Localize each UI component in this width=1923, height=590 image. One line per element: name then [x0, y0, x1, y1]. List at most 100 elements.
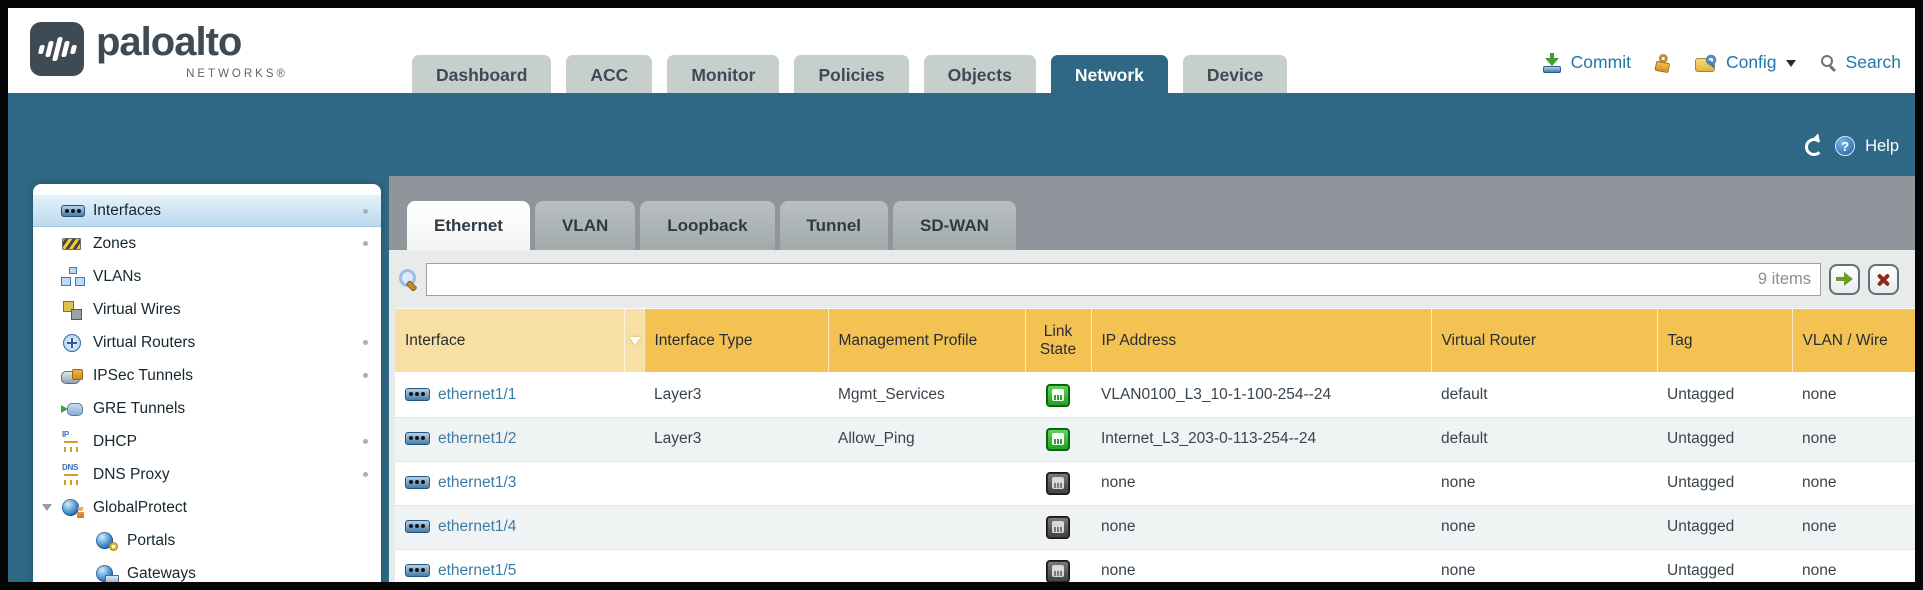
table-row[interactable]: ethernet1/2 Layer3 Allow_Ping Internet_L…	[395, 417, 1915, 461]
interface-link[interactable]: ethernet1/5	[438, 562, 516, 579]
column-header-vlan-wire[interactable]: VLAN / Wire	[1792, 309, 1915, 373]
interface-link[interactable]: ethernet1/3	[438, 474, 516, 491]
status-dot	[363, 373, 368, 378]
secondary-bar: Help	[1803, 136, 1899, 156]
filter-input[interactable]	[426, 263, 1821, 296]
link-state-down-icon	[1046, 516, 1070, 539]
apply-filter-button[interactable]	[1829, 264, 1860, 295]
config-button[interactable]: Config	[1726, 52, 1777, 73]
sidebar-item-label: Virtual Wires	[93, 301, 181, 319]
interface-link[interactable]: ethernet1/2	[438, 430, 516, 447]
sidebar-item-zones[interactable]: Zones	[33, 227, 381, 260]
chevron-down-icon[interactable]	[1786, 60, 1796, 72]
collapse-triangle-icon[interactable]	[42, 504, 52, 516]
refresh-icon[interactable]	[1803, 136, 1825, 156]
sidebar-item-label: Interfaces	[93, 202, 161, 220]
sidebar-item-label: DHCP	[93, 433, 137, 451]
ethernet-interface-icon	[405, 520, 430, 533]
cell-management-profile	[828, 461, 1025, 505]
tab-acc[interactable]: ACC	[566, 55, 652, 93]
tab-loopback[interactable]: Loopback	[640, 201, 774, 250]
tab-network[interactable]: Network	[1051, 55, 1168, 93]
column-header-interface-type[interactable]: Interface Type	[644, 309, 828, 373]
paloalto-logo-icon	[30, 22, 84, 76]
tab-ethernet[interactable]: Ethernet	[407, 201, 530, 250]
clear-filter-button[interactable]	[1868, 264, 1899, 295]
sidebar-item-label: IPSec Tunnels	[93, 367, 193, 385]
sidebar-item-virtual-wires[interactable]: Virtual Wires	[33, 293, 381, 326]
sidebar-item-globalprotect[interactable]: GlobalProtect	[33, 491, 381, 524]
sidebar-item-dns-proxy[interactable]: DNS Proxy	[33, 458, 381, 491]
cell-ip-address: Internet_L3_203-0-113-254--24	[1091, 417, 1431, 461]
sidebar-item-gateways[interactable]: Gateways	[33, 557, 381, 582]
config-icon[interactable]	[1695, 54, 1717, 72]
filter-toolbar: 9 items	[395, 250, 1915, 308]
content-panel: 9 items Interface Interface Type Managem…	[389, 250, 1915, 582]
cell-tag: Untagged	[1657, 505, 1792, 549]
tab-monitor[interactable]: Monitor	[667, 55, 779, 93]
cell-ip-address: VLAN0100_L3_10-1-100-254--24	[1091, 373, 1431, 417]
cell-management-profile	[828, 549, 1025, 582]
commit-icon[interactable]	[1542, 53, 1562, 73]
sidebar-item-dhcp[interactable]: DHCP	[33, 425, 381, 458]
status-dot	[363, 439, 368, 444]
link-state-up-icon	[1046, 428, 1070, 451]
table-row[interactable]: ethernet1/4 none none Untagged none	[395, 505, 1915, 549]
status-dot	[363, 241, 368, 246]
column-header-ip-address[interactable]: IP Address	[1091, 309, 1431, 373]
cell-vlan-wire: none	[1792, 373, 1915, 417]
tab-dashboard[interactable]: Dashboard	[412, 55, 551, 93]
sidebar-item-virtual-routers[interactable]: Virtual Routers	[33, 326, 381, 359]
cell-virtual-router: none	[1431, 461, 1657, 505]
table-row[interactable]: ethernet1/1 Layer3 Mgmt_Services VLAN010…	[395, 373, 1915, 417]
interface-link[interactable]: ethernet1/4	[438, 518, 516, 535]
lock-icon[interactable]	[1654, 52, 1673, 73]
column-header-virtual-router[interactable]: Virtual Router	[1431, 309, 1657, 373]
tab-device[interactable]: Device	[1183, 55, 1287, 93]
table-row[interactable]: ethernet1/5 none none Untagged none	[395, 549, 1915, 582]
tab-sdwan[interactable]: SD-WAN	[893, 201, 1016, 250]
cell-ip-address: none	[1091, 549, 1431, 582]
status-dot	[363, 340, 368, 345]
ethernet-interface-icon	[405, 564, 430, 577]
tab-objects[interactable]: Objects	[924, 55, 1036, 93]
utility-bar: Commit Config Search	[1542, 52, 1901, 73]
ethernet-interface-icon	[405, 476, 430, 489]
sidebar-item-ipsec-tunnels[interactable]: IPSec Tunnels	[33, 359, 381, 392]
help-link[interactable]: Help	[1865, 137, 1899, 156]
cell-vlan-wire: none	[1792, 549, 1915, 582]
column-header-management-profile[interactable]: Management Profile	[828, 309, 1025, 373]
link-state-down-icon	[1046, 472, 1070, 495]
screen: paloalto NETWORKS® Dashboard ACC Monitor…	[0, 0, 1923, 590]
tab-vlan[interactable]: VLAN	[535, 201, 635, 250]
gateways-icon	[95, 564, 119, 583]
sidebar-item-label: Virtual Routers	[93, 334, 195, 352]
filter-search-icon[interactable]	[397, 268, 418, 291]
sidebar: Interfaces Zones VLANs Virtual Wires Vir…	[33, 184, 381, 582]
commit-button[interactable]: Commit	[1571, 52, 1631, 73]
tab-tunnel[interactable]: Tunnel	[780, 201, 888, 250]
cell-tag: Untagged	[1657, 417, 1792, 461]
column-header-interface[interactable]: Interface	[395, 309, 624, 373]
cell-interface-type	[644, 461, 828, 505]
table-row[interactable]: ethernet1/3 none none Untagged none	[395, 461, 1915, 505]
clear-x-icon	[1876, 272, 1891, 287]
search-button[interactable]: Search	[1846, 52, 1901, 73]
virtual-routers-icon	[61, 333, 85, 353]
tab-policies[interactable]: Policies	[794, 55, 908, 93]
zones-icon	[61, 234, 85, 254]
sidebar-item-label: Portals	[127, 532, 175, 550]
sidebar-item-interfaces[interactable]: Interfaces	[33, 194, 381, 227]
help-icon[interactable]	[1835, 136, 1855, 156]
sidebar-item-label: GlobalProtect	[93, 499, 187, 517]
sidebar-item-vlans[interactable]: VLANs	[33, 260, 381, 293]
cell-vlan-wire: none	[1792, 461, 1915, 505]
sidebar-item-gre-tunnels[interactable]: GRE Tunnels	[33, 392, 381, 425]
sidebar-item-portals[interactable]: Portals	[33, 524, 381, 557]
interface-link[interactable]: ethernet1/1	[438, 386, 516, 403]
column-header-tag[interactable]: Tag	[1657, 309, 1792, 373]
sort-dropdown[interactable]	[624, 309, 644, 373]
cell-tag: Untagged	[1657, 461, 1792, 505]
column-header-link-state[interactable]: Link State	[1025, 309, 1091, 373]
search-icon[interactable]	[1820, 54, 1837, 71]
